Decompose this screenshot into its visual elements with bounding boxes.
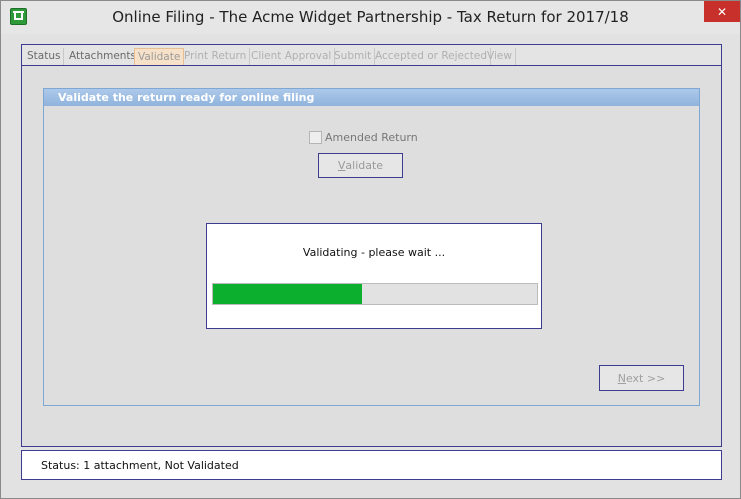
tab-validate[interactable]: Validate [134, 48, 185, 65]
progress-bar-fill [213, 284, 362, 304]
status-bar: Status: 1 attachment, Not Validated [21, 450, 722, 480]
progress-message: Validating - please wait ... [302, 246, 446, 259]
progress-dialog: Validating - please wait ... [206, 223, 542, 329]
tab-client-approval[interactable]: Client Approval [248, 48, 336, 65]
validate-label: alidate [345, 159, 384, 172]
group-header: Validate the return ready for online fil… [44, 89, 699, 106]
next-label: ext >> [625, 371, 666, 385]
amended-return-row[interactable]: Amended Return [309, 130, 418, 144]
title-bar[interactable]: Online Filing - The Acme Widget Partners… [1, 1, 740, 34]
validate-mnemonic: V [337, 159, 346, 172]
amended-return-label: Amended Return [325, 130, 418, 144]
window-title: Online Filing - The Acme Widget Partners… [112, 8, 629, 26]
next-button[interactable]: Next >> [599, 365, 684, 391]
tab-print-return[interactable]: Print Return [181, 48, 251, 65]
tab-submit[interactable]: Submit [331, 48, 376, 65]
status-text: Status: 1 attachment, Not Validated [41, 459, 239, 472]
progress-bar [212, 283, 538, 305]
tab-status[interactable]: Status [24, 48, 65, 65]
validate-button[interactable]: Validate [318, 153, 403, 178]
next-mnemonic: N [617, 371, 626, 385]
tab-attachments[interactable]: Attachments [66, 48, 141, 65]
amended-return-checkbox[interactable] [309, 130, 322, 144]
app-window: Online Filing - The Acme Widget Partners… [0, 0, 741, 499]
tab-accepted-or-rejected[interactable]: Accepted or Rejected [372, 48, 492, 65]
close-button[interactable]: ✕ [704, 1, 740, 22]
tab-view[interactable]: View [484, 48, 516, 65]
tab-bar: Status Attachments Validate Print Return… [22, 45, 721, 66]
